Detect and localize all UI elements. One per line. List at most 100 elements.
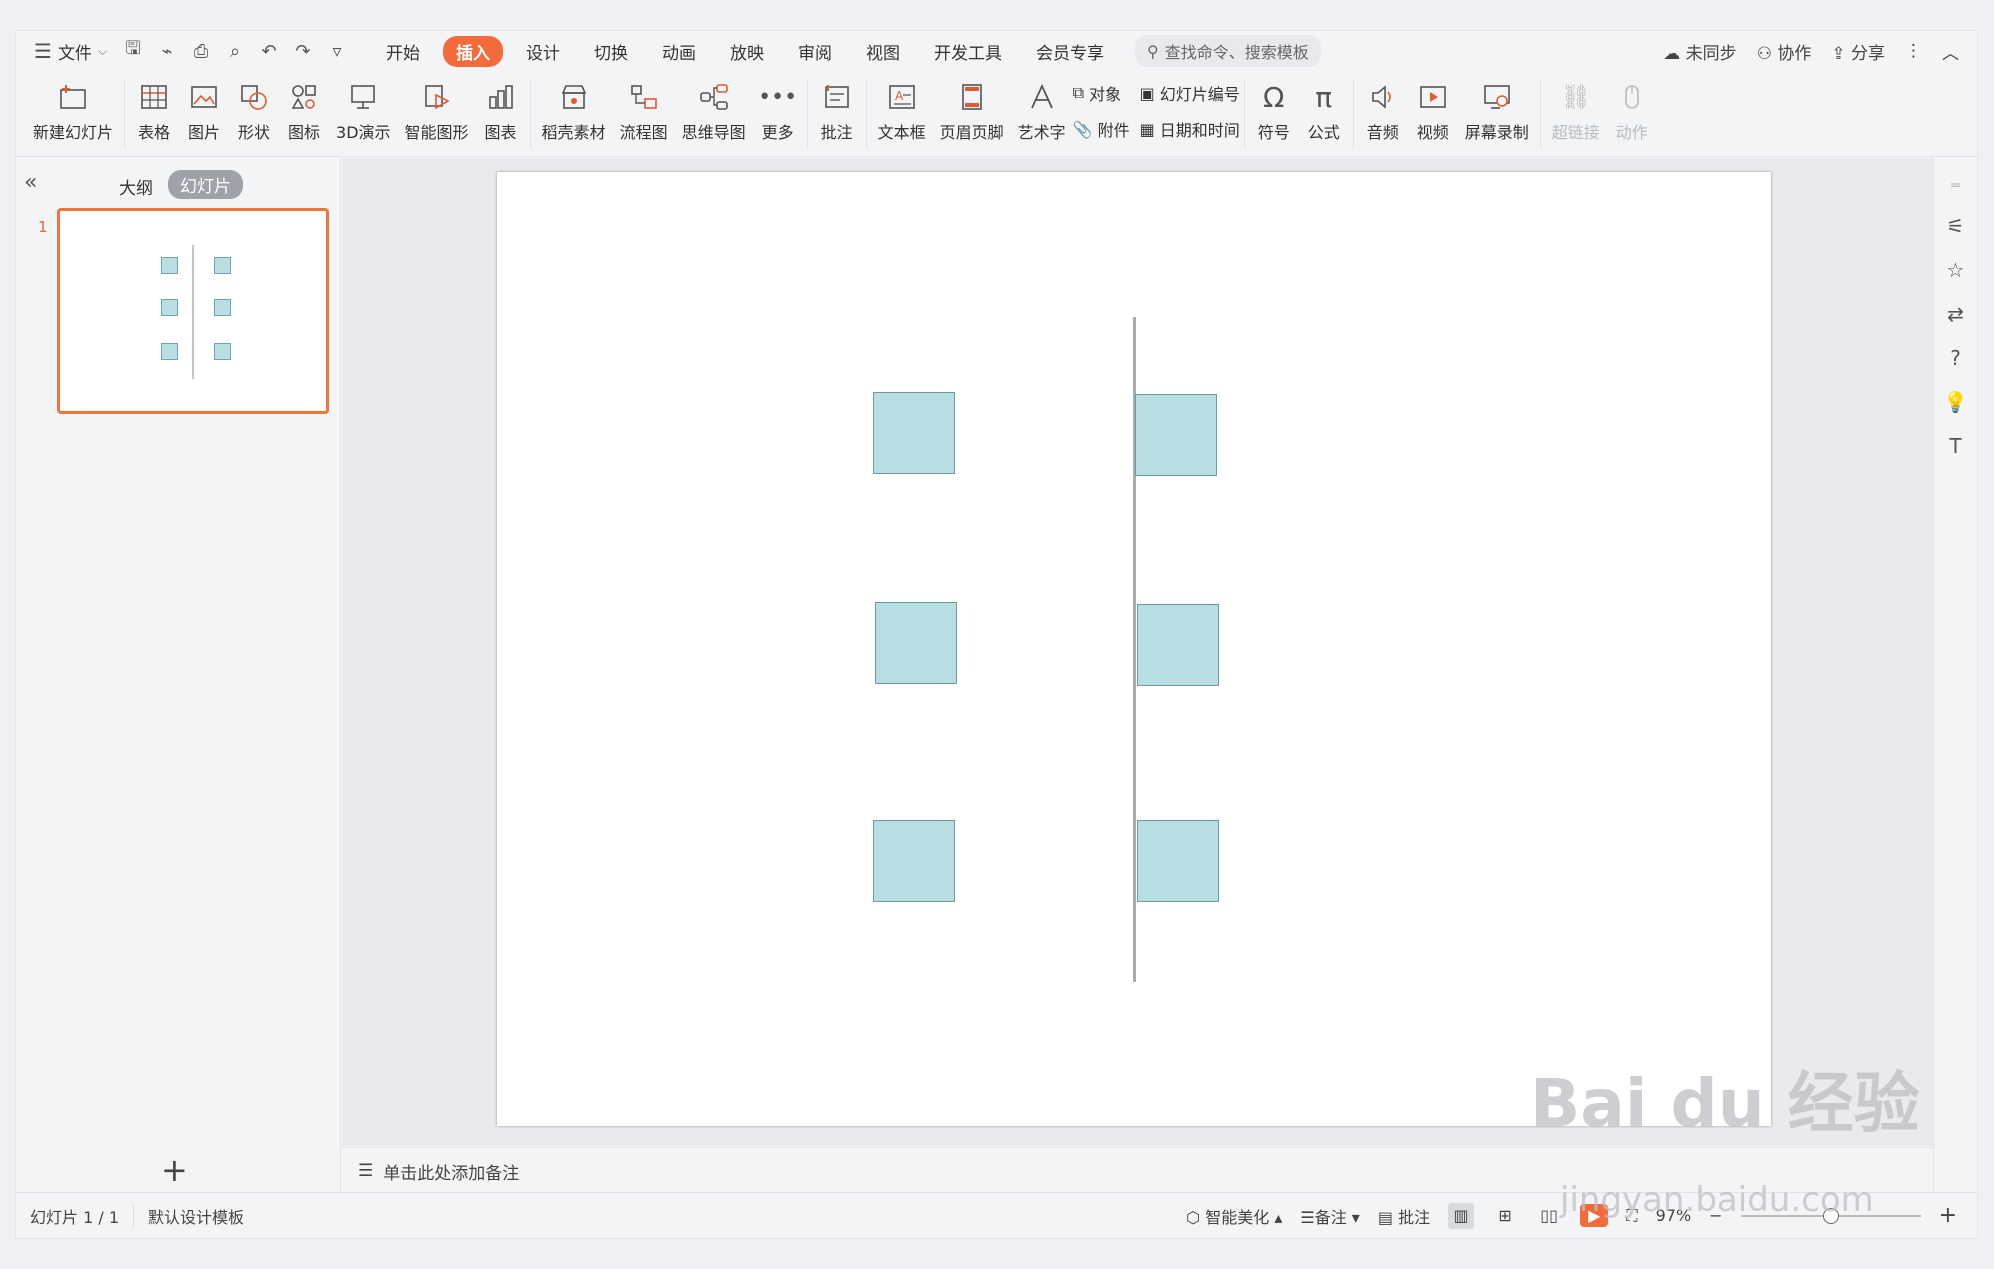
symbol-button[interactable]: Ω 符号	[1256, 79, 1292, 143]
file-menu[interactable]: 文件	[58, 39, 92, 64]
more-button[interactable]: ••• 更多	[758, 79, 797, 143]
square-shape[interactable]	[1137, 604, 1219, 686]
transfer-icon[interactable]: ⇄	[1947, 302, 1964, 326]
picture-button[interactable]: 图片	[186, 79, 222, 143]
customize-icon[interactable]: ▿	[325, 41, 349, 62]
tab-transition[interactable]: 切换	[577, 36, 645, 67]
collapse-panel-icon[interactable]: «	[24, 170, 37, 195]
chevron-down-icon[interactable]: ⌵	[98, 44, 107, 59]
3d-button[interactable]: 3D演示	[336, 79, 391, 143]
hamburger-icon[interactable]: ☰	[34, 39, 52, 63]
textbox-button[interactable]: A 文本框	[878, 79, 926, 143]
material-button[interactable]: 稻壳素材	[542, 79, 606, 143]
screen-record-button[interactable]: 屏幕录制	[1465, 79, 1529, 143]
print-icon[interactable]: ⎙	[189, 41, 213, 62]
tab-developer[interactable]: 开发工具	[917, 36, 1019, 67]
table-button[interactable]: 表格	[136, 79, 172, 143]
notes-area[interactable]: ☰ 单击此处添加备注	[342, 1147, 1934, 1194]
search-input[interactable]: 查找命令、搜索模板	[1165, 39, 1309, 63]
hyperlink-button[interactable]: ⛓ 超链接	[1552, 79, 1600, 143]
help-icon[interactable]: ?	[1950, 346, 1961, 370]
zoom-slider-knob[interactable]	[1822, 1207, 1839, 1224]
3d-icon	[345, 79, 381, 115]
datetime-button[interactable]: ▦ 日期和时间	[1140, 117, 1240, 141]
tab-view[interactable]: 视图	[849, 36, 917, 67]
tab-home[interactable]: 开始	[369, 36, 437, 67]
ribbon-separator	[529, 79, 531, 149]
notes-placeholder[interactable]: 单击此处添加备注	[383, 1159, 519, 1184]
tab-review[interactable]: 审阅	[781, 36, 849, 67]
square-shape[interactable]	[1135, 394, 1217, 476]
tab-slides[interactable]: 幻灯片	[168, 170, 243, 199]
tab-member[interactable]: 会员专享	[1019, 36, 1121, 67]
redo-icon[interactable]: ↷	[291, 41, 315, 62]
object-button[interactable]: ⧉ 对象	[1073, 81, 1130, 105]
format-painter-icon[interactable]: ⌁	[155, 41, 179, 62]
chart-button[interactable]: 图表	[483, 79, 519, 143]
mindmap-icon	[696, 79, 732, 115]
collab-button[interactable]: ⚇ 协作	[1757, 39, 1812, 64]
settings-sliders-icon[interactable]: ⚟	[1947, 214, 1965, 238]
notes-toggle-button[interactable]: ☰备注 ▾	[1300, 1204, 1359, 1228]
header-footer-button[interactable]: 页眉页脚	[940, 79, 1004, 143]
add-slide-icon[interactable]: +	[161, 1151, 188, 1189]
lightbulb-icon[interactable]: 💡	[1943, 390, 1968, 414]
save-icon[interactable]: 🖫	[121, 36, 145, 66]
formula-button[interactable]: π 公式	[1306, 79, 1342, 143]
undo-icon[interactable]: ↶	[257, 41, 281, 62]
square-shape[interactable]	[1137, 820, 1219, 902]
star-icon[interactable]: ☆	[1947, 258, 1965, 282]
zoom-out-icon[interactable]: −	[1709, 1206, 1722, 1225]
wordart-button[interactable]: 艺术字	[1018, 79, 1066, 143]
vertical-scrollbar[interactable]	[1912, 158, 1926, 1146]
square-shape[interactable]	[873, 820, 955, 902]
square-shape[interactable]	[873, 392, 955, 474]
comments-toggle-button[interactable]: ▤ 批注	[1378, 1204, 1430, 1228]
search-box[interactable]: ⚲ 查找命令、搜索模板	[1135, 35, 1321, 67]
zoom-slider[interactable]	[1740, 1207, 1921, 1224]
tab-design[interactable]: 设计	[509, 36, 577, 67]
video-icon	[1415, 79, 1451, 115]
action-button[interactable]: 动作	[1614, 79, 1650, 143]
zoom-level[interactable]: 97%	[1656, 1206, 1692, 1225]
slide[interactable]	[497, 172, 1771, 1126]
smartart-button[interactable]: 智能图形	[405, 79, 469, 143]
slide-thumbnail[interactable]	[57, 208, 329, 414]
quick-access-toolbar: 🖫 ⌁ ⎙ ⌕ ↶ ↷ ▿	[121, 36, 349, 66]
slide-number-button[interactable]: ▣ 幻灯片编号	[1140, 81, 1240, 105]
fit-window-icon[interactable]: ⛶	[1626, 1206, 1637, 1226]
share-button[interactable]: ⇪ 分享	[1831, 39, 1885, 64]
print-preview-icon[interactable]: ⌕	[223, 41, 247, 62]
tab-insert[interactable]: 插入	[443, 35, 504, 67]
icon-button[interactable]: 图标	[286, 79, 322, 143]
attachment-button[interactable]: 📎 附件	[1073, 117, 1130, 141]
flowchart-button[interactable]: 流程图	[620, 79, 668, 143]
tab-outline[interactable]: 大纲	[119, 174, 153, 199]
more-vertical-icon[interactable]: ⋮	[1905, 41, 1922, 61]
tab-animation[interactable]: 动画	[645, 36, 713, 67]
template-name[interactable]: 默认设计模板	[134, 1204, 244, 1228]
reading-view-icon[interactable]: ▯▯	[1536, 1203, 1562, 1229]
audio-button[interactable]: 音频	[1365, 79, 1401, 143]
header-footer-icon	[954, 79, 990, 115]
zoom-in-icon[interactable]: +	[1939, 1203, 1957, 1228]
collapse-ribbon-icon[interactable]: ︿	[1942, 39, 1959, 64]
speaker-icon	[1365, 79, 1401, 115]
sorter-view-icon[interactable]: ⊞	[1492, 1203, 1518, 1229]
ribbon-separator	[1243, 79, 1245, 149]
normal-view-icon[interactable]: ▥	[1448, 1202, 1475, 1229]
insert-small-group-2: ▣ 幻灯片编号 ▦ 日期和时间	[1140, 81, 1240, 141]
video-button[interactable]: 视频	[1415, 79, 1451, 143]
sync-button[interactable]: ☁ 未同步	[1663, 39, 1736, 64]
drag-handle-icon[interactable]: ═	[1951, 178, 1959, 194]
mindmap-button[interactable]: 思维导图	[682, 79, 746, 143]
tab-slideshow[interactable]: 放映	[713, 36, 781, 67]
play-slideshow-icon[interactable]: ▶	[1580, 1204, 1609, 1227]
shape-button[interactable]: 形状	[236, 79, 272, 143]
square-shape[interactable]	[875, 602, 957, 684]
text-tool-icon[interactable]: T	[1949, 434, 1961, 458]
comment-button[interactable]: 批注	[819, 79, 855, 143]
beautify-button[interactable]: ⬡ 智能美化 ▴	[1186, 1204, 1282, 1228]
slide-number-icon: ▣	[1139, 83, 1155, 103]
new-slide-button[interactable]: 新建幻灯片	[33, 79, 113, 143]
